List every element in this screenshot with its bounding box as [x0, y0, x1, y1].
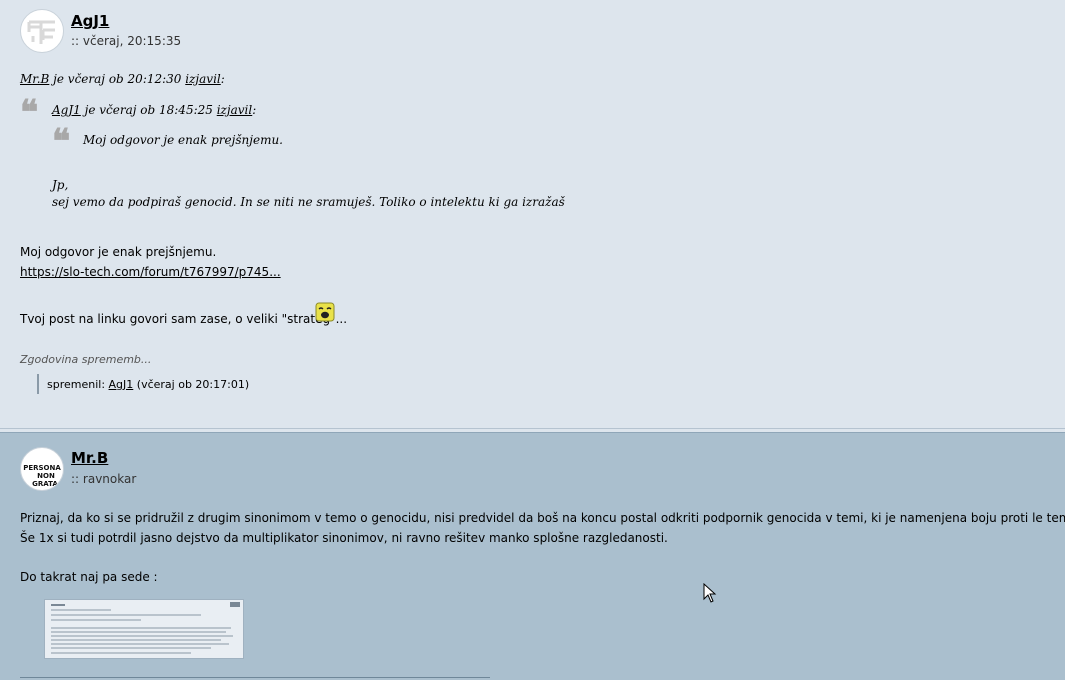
quote-reply-line: Jp, — [52, 178, 69, 192]
quote-header-text: je včeraj ob 20:12:30 — [49, 72, 186, 86]
embedded-screenshot-thumbnail[interactable] — [44, 599, 244, 659]
mouse-pointer-icon — [703, 583, 717, 603]
thumb-line — [51, 652, 191, 654]
post-body-text: Do takrat naj pa sede : — [20, 570, 158, 584]
thumb-line — [51, 635, 233, 637]
history-date: (včeraj ob 20:17:01) — [133, 378, 250, 391]
nested-quote-text: Moj odgovor je enak prejšnjemu. — [83, 133, 283, 147]
laughing-smiley-icon — [315, 302, 335, 322]
quote-header-outer: Mr.B je včeraj ob 20:12:30 izjavil: — [20, 72, 225, 86]
quote-author-link[interactable]: Mr.B — [20, 72, 49, 86]
thumb-line — [51, 647, 211, 649]
thumb-line — [51, 604, 65, 606]
history-prefix: spremenil: — [47, 378, 109, 391]
quote-header-text: je včeraj ob 18:45:25 — [80, 103, 217, 117]
quote-said-link[interactable]: izjavil — [217, 103, 253, 117]
thumb-line — [51, 609, 111, 611]
quote-colon: : — [252, 103, 257, 117]
username-mrb[interactable]: Mr.B — [71, 449, 108, 467]
avatar-text: PERSONA NON GRATA — [21, 464, 63, 488]
thumb-line — [51, 643, 229, 645]
post-body-text: Priznaj, da ko si se pridružil z drugim … — [20, 511, 1065, 525]
thumb-line — [51, 619, 141, 621]
quote-reply-line: sej vemo da podpiraš genocid. In se niti… — [52, 195, 565, 209]
quote-said-link[interactable]: izjavil — [185, 72, 221, 86]
avatar-mrb[interactable]: PERSONA NON GRATA — [20, 447, 64, 491]
edit-history-toggle[interactable]: Zgodovina sprememb... — [20, 353, 151, 366]
username-agj1[interactable]: AgJ1 — [71, 12, 109, 30]
edit-history-entry: spremenil: AgJ1 (včeraj ob 20:17:01) — [47, 378, 249, 391]
avatar-text-line: PERSONA — [23, 464, 61, 472]
avatar-text-line: NON — [37, 472, 55, 480]
post-timestamp: :: včeraj, 20:15:35 — [71, 34, 182, 48]
avatar-text-line: GRATA — [32, 480, 58, 488]
post-link[interactable]: https://slo-tech.com/forum/t767997/p745.… — [20, 265, 281, 279]
thumb-line — [51, 614, 201, 616]
quote-colon: : — [220, 72, 225, 86]
thumb-line — [51, 631, 226, 633]
thumb-line — [51, 627, 231, 629]
signature-divider — [20, 677, 490, 678]
thumb-window-buttons — [230, 602, 240, 607]
post-rank: :: ravnokar — [71, 472, 137, 486]
quote-header-inner: AgJ1 je včeraj ob 18:45:25 izjavil: — [52, 103, 256, 117]
quote-mark-icon: ❝ — [20, 93, 39, 133]
avatar-agj1[interactable] — [20, 9, 64, 53]
history-divider — [37, 374, 39, 394]
post-agj1: AgJ1 :: včeraj, 20:15:35 Mr.B je včeraj … — [0, 0, 1065, 428]
quote-author-link[interactable]: AgJ1 — [52, 103, 81, 117]
post-body-text: Tvoj post na linku govori sam zase, o ve… — [20, 312, 348, 326]
post-body-text: Moj odgovor je enak prejšnjemu. — [20, 245, 217, 259]
thumb-line — [51, 639, 221, 641]
post-body-text: Še 1x si tudi potrdil jasno dejstvo da m… — [20, 531, 668, 545]
quote-mark-icon: ❝ — [52, 122, 71, 162]
history-user-link[interactable]: AgJ1 — [109, 378, 134, 391]
avatar-logo-icon — [22, 11, 62, 51]
